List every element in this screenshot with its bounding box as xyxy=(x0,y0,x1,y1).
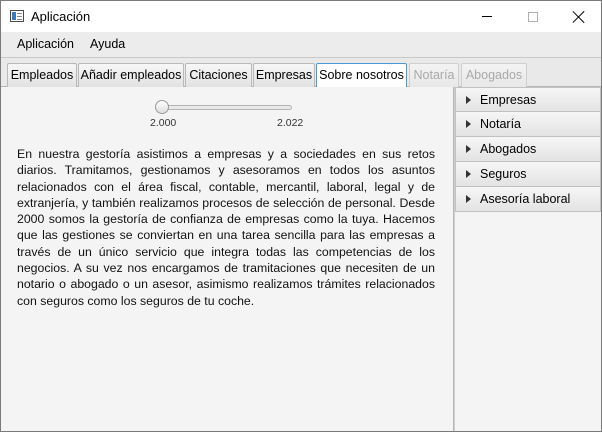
chevron-right-icon xyxy=(466,170,471,178)
app-icon xyxy=(10,10,24,22)
accordion-label: Seguros xyxy=(480,167,527,181)
slider-max-label: 2.022 xyxy=(277,117,304,129)
accordion-asesoria-laboral[interactable]: Asesoría laboral xyxy=(455,187,601,212)
menu-ayuda[interactable]: Ayuda xyxy=(90,37,125,51)
accordion-label: Empresas xyxy=(480,92,537,107)
accordion-label: Abogados xyxy=(480,142,537,156)
chevron-right-icon xyxy=(466,95,471,104)
minimize-icon xyxy=(482,16,492,17)
title-bar[interactable]: Aplicación xyxy=(1,1,601,32)
chevron-right-icon xyxy=(466,120,471,128)
tab-notaria: Notaría xyxy=(409,63,459,87)
accordion-abogados[interactable]: Abogados xyxy=(455,137,601,162)
tab-citaciones[interactable]: Citaciones xyxy=(185,63,252,87)
window-title: Aplicación xyxy=(31,9,91,24)
accordion-label: Notaría xyxy=(480,117,521,131)
about-panel: 2.000 2.022 En nuestra gestoría asistimo… xyxy=(1,87,453,431)
chevron-right-icon xyxy=(466,145,471,153)
tab-abogados: Abogados xyxy=(461,63,527,87)
accordion-label: Asesoría laboral xyxy=(480,192,571,206)
menu-bar: Aplicación Ayuda xyxy=(1,32,601,58)
maximize-button[interactable] xyxy=(510,1,556,32)
accordion-seguros[interactable]: Seguros xyxy=(455,162,601,187)
chevron-right-icon xyxy=(466,195,471,203)
minimize-button[interactable] xyxy=(464,1,510,32)
slider-thumb[interactable] xyxy=(155,100,169,114)
close-icon xyxy=(573,11,585,23)
accordion-panel: Empresas Notaría Abogados Seguros Asesor… xyxy=(455,87,601,431)
app-window: Aplicación Aplicación Ayuda Empleados Añ… xyxy=(0,0,602,432)
tab-bar: Empleados Añadir empleados Citaciones Em… xyxy=(1,58,601,88)
menu-aplicacion[interactable]: Aplicación xyxy=(17,37,74,51)
accordion-empresas[interactable]: Empresas xyxy=(455,87,601,112)
slider-track[interactable] xyxy=(161,105,292,110)
tab-sobre-nosotros[interactable]: Sobre nosotros xyxy=(316,63,407,88)
tab-empresas[interactable]: Empresas xyxy=(253,63,315,87)
maximize-icon xyxy=(528,11,538,22)
slider-min-label: 2.000 xyxy=(150,117,177,129)
about-text: En nuestra gestoría asistimos a empresas… xyxy=(17,147,435,308)
tab-anadir-empleados[interactable]: Añadir empleados xyxy=(78,63,184,87)
accordion-notaria[interactable]: Notaría xyxy=(455,112,601,137)
year-slider[interactable] xyxy=(155,97,293,127)
close-button[interactable] xyxy=(556,1,601,32)
tab-empleados[interactable]: Empleados xyxy=(7,63,77,87)
